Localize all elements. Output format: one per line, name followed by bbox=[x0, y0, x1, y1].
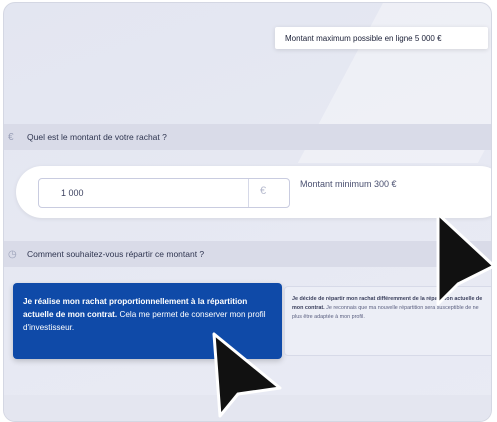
input-divider bbox=[248, 179, 249, 207]
amount-card: € Montant minimum 300 € bbox=[16, 166, 491, 218]
max-amount-tooltip: Montant maximum possible en ligne 5 000 … bbox=[275, 27, 488, 49]
max-amount-text: Montant maximum possible en ligne 5 000 … bbox=[285, 33, 442, 43]
amount-input[interactable] bbox=[38, 178, 290, 208]
amount-section-header: € Quel est le montant de votre rachat ? bbox=[4, 124, 491, 150]
currency-symbol: € bbox=[260, 185, 267, 197]
amount-section-title: Quel est le montant de votre rachat ? bbox=[27, 132, 167, 142]
cursor-arrow-icon bbox=[436, 212, 496, 306]
cursor-arrow-icon bbox=[212, 332, 282, 418]
min-amount-text: Montant minimum 300 € bbox=[300, 179, 397, 189]
split-icon: ◷ bbox=[8, 248, 17, 260]
split-section-header: ◷ Comment souhaitez-vous répartir ce mon… bbox=[4, 241, 491, 267]
euro-icon: € bbox=[8, 131, 14, 143]
split-section-title: Comment souhaitez-vous répartir ce monta… bbox=[27, 249, 205, 259]
